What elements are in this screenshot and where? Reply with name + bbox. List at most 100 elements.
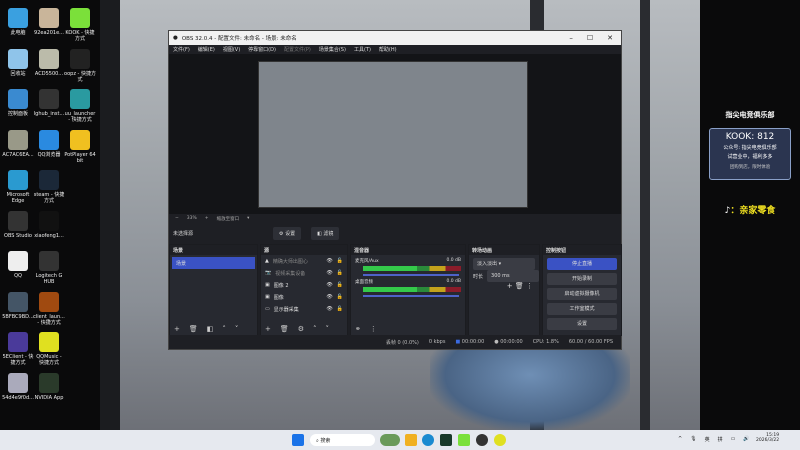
desktop-icon[interactable]: 此电脑 xyxy=(2,8,34,36)
source-settings-button[interactable]: ⚙ 设置 xyxy=(273,226,302,240)
ime-lang[interactable]: 英 xyxy=(705,436,710,443)
desktop-icon[interactable]: Logitech G HUB xyxy=(33,251,65,285)
duration-input[interactable]: 300 ms xyxy=(487,270,539,282)
menu-item[interactable]: 工具(T) xyxy=(354,46,371,53)
mic-icon[interactable]: 🎙 xyxy=(690,436,696,443)
lock-icon[interactable]: 🔓 xyxy=(337,282,343,288)
kook-icon[interactable] xyxy=(458,434,470,446)
desktop-icon[interactable]: lghub_inst... xyxy=(33,89,65,117)
close-button[interactable]: ✕ xyxy=(607,34,613,42)
source-item[interactable]: ▣ 图像 2 👁 🔓 xyxy=(261,279,347,291)
down-icon[interactable]: ˅ xyxy=(326,325,330,333)
ime-mode[interactable]: 拼 xyxy=(718,436,723,443)
menu-item[interactable]: 帮助(H) xyxy=(379,46,397,53)
chevron-down-icon[interactable]: ▾ xyxy=(247,216,249,221)
filters-button[interactable]: ◧ 滤镜 xyxy=(311,226,340,240)
control-button[interactable]: 工作室模式 xyxy=(547,303,617,315)
clock[interactable]: 15:19 2026/3/22 xyxy=(756,433,779,443)
desktop-icon[interactable]: QQ浏览器 xyxy=(33,129,65,158)
app-icon[interactable] xyxy=(440,434,452,446)
desktop-icon[interactable]: NVIDIA App xyxy=(33,372,65,401)
lock-icon[interactable]: 🔓 xyxy=(337,258,343,264)
volume-slider[interactable] xyxy=(363,295,459,297)
lock-icon[interactable]: 🔓 xyxy=(337,306,343,312)
control-button[interactable]: 停止直播 xyxy=(547,258,617,270)
file-explorer-icon[interactable] xyxy=(405,434,417,446)
transition-select[interactable]: 淡入淡出 ▾ xyxy=(473,258,535,270)
eye-hidden-icon[interactable]: 👁 xyxy=(326,258,332,264)
desktop-icon[interactable]: PotPlayer 64 bit xyxy=(64,129,96,164)
desktop-icon[interactable]: AC7AC6EA... xyxy=(2,129,34,158)
desktop-icon[interactable]: 控制面板 xyxy=(2,89,34,117)
edge-icon[interactable] xyxy=(422,434,434,446)
zoom-in-button[interactable]: + xyxy=(205,216,209,221)
desktop-icon[interactable]: ACD5500... xyxy=(33,48,65,77)
desktop-icon[interactable]: client_laun... - 快捷方式 xyxy=(33,291,65,326)
volume-slider[interactable] xyxy=(363,274,459,276)
preview-image xyxy=(258,61,528,208)
minimize-button[interactable]: – xyxy=(569,34,573,42)
qqmusic-icon[interactable] xyxy=(494,434,506,446)
control-button[interactable]: 启动虚拟摄像机 xyxy=(547,288,617,300)
menu-icon[interactable]: ⋮ xyxy=(526,282,533,290)
menu-item[interactable]: 停靠窗口(D) xyxy=(248,46,276,53)
zoom-mode[interactable]: 缩放至窗口 xyxy=(217,216,240,222)
desktop-icon[interactable]: 回收站 xyxy=(2,48,34,77)
search-box[interactable]: ⌕ 搜索 xyxy=(310,434,375,446)
add-icon[interactable]: + xyxy=(265,325,271,333)
up-icon[interactable]: ˄ xyxy=(313,325,317,333)
gear-icon[interactable]: ⚙ xyxy=(298,325,304,333)
source-item[interactable]: ▣ 图像 👁 🔓 xyxy=(261,291,347,303)
desktop-icon[interactable]: Microsoft Edge xyxy=(2,170,34,204)
trash-icon[interactable]: 🗑 xyxy=(280,325,289,333)
source-item[interactable]: ▭ 显示器采集 👁 🔓 xyxy=(261,303,347,315)
down-icon[interactable]: ˅ xyxy=(235,325,239,333)
volume-icon[interactable]: 🔊 xyxy=(743,436,749,443)
chevron-up-icon[interactable]: ^ xyxy=(678,436,682,443)
menu-item[interactable]: 场景集合(S) xyxy=(319,46,346,53)
zoom-out-button[interactable]: − xyxy=(175,216,179,221)
lock-icon[interactable]: 🔓 xyxy=(337,294,343,300)
network-icon[interactable]: ▭ xyxy=(731,436,736,443)
widget-icon[interactable] xyxy=(380,434,400,446)
trash-icon[interactable]: 🗑 xyxy=(189,325,198,333)
maximize-button[interactable]: ☐ xyxy=(587,34,593,42)
scene-item[interactable]: 场景 xyxy=(172,257,255,269)
menu-item[interactable]: 文件(F) xyxy=(173,46,190,53)
add-icon[interactable]: + xyxy=(507,282,513,290)
source-item[interactable]: ▲ 精确大师出图心 👁 🔓 xyxy=(261,255,347,267)
filter-icon[interactable]: ◧ xyxy=(207,325,214,333)
lock-icon[interactable]: 🔓 xyxy=(337,270,343,276)
menu-item[interactable]: 编辑(E) xyxy=(198,46,215,53)
eye-icon[interactable]: 👁 xyxy=(326,282,332,288)
menu-item[interactable]: 配置文件(P) xyxy=(284,46,311,53)
link-icon[interactable]: ⚭ xyxy=(355,325,361,333)
obs-icon[interactable] xyxy=(476,434,488,446)
desktop-icon[interactable]: 92ea201e... xyxy=(33,8,65,36)
desktop-icon[interactable]: OBS Studio xyxy=(2,210,34,239)
eye-icon[interactable]: 👁 xyxy=(326,294,332,300)
start-icon[interactable] xyxy=(292,434,304,446)
desktop-icon[interactable]: xiaofeng1... xyxy=(33,210,65,239)
eye-hidden-icon[interactable]: 👁 xyxy=(326,270,332,276)
source-item[interactable]: 📷 视频采集设备 👁 🔓 xyxy=(261,267,347,279)
desktop-icon[interactable]: KOOK - 快捷方式 xyxy=(64,8,96,42)
desktop-icon[interactable]: 5EClient - 快捷方式 xyxy=(2,332,34,366)
desktop-icon[interactable]: QQMusic - 快捷方式 xyxy=(33,332,65,366)
desktop-icon[interactable]: oopz - 快捷方式 xyxy=(64,48,96,83)
menu-icon[interactable]: ⋮ xyxy=(370,325,377,333)
preview-canvas[interactable] xyxy=(169,54,621,214)
trash-icon[interactable]: 🗑 xyxy=(515,282,524,290)
desktop-icon[interactable]: 54d4e9f0d... xyxy=(2,372,34,401)
filters-label: 滤镜 xyxy=(323,230,334,237)
desktop-icon[interactable]: uu_launcher - 快捷方式 xyxy=(64,89,96,123)
up-icon[interactable]: ˄ xyxy=(222,325,226,333)
desktop-icon[interactable]: QQ xyxy=(2,251,34,279)
desktop-icon[interactable]: steam - 快捷方式 xyxy=(33,170,65,204)
add-icon[interactable]: + xyxy=(174,325,180,333)
desktop-icon[interactable]: 5BFBC9BD... xyxy=(2,291,34,320)
control-button[interactable]: 设置 xyxy=(547,318,617,330)
eye-icon[interactable]: 👁 xyxy=(326,306,332,312)
control-button[interactable]: 开始录制 xyxy=(547,273,617,285)
menu-item[interactable]: 视图(V) xyxy=(223,46,240,53)
